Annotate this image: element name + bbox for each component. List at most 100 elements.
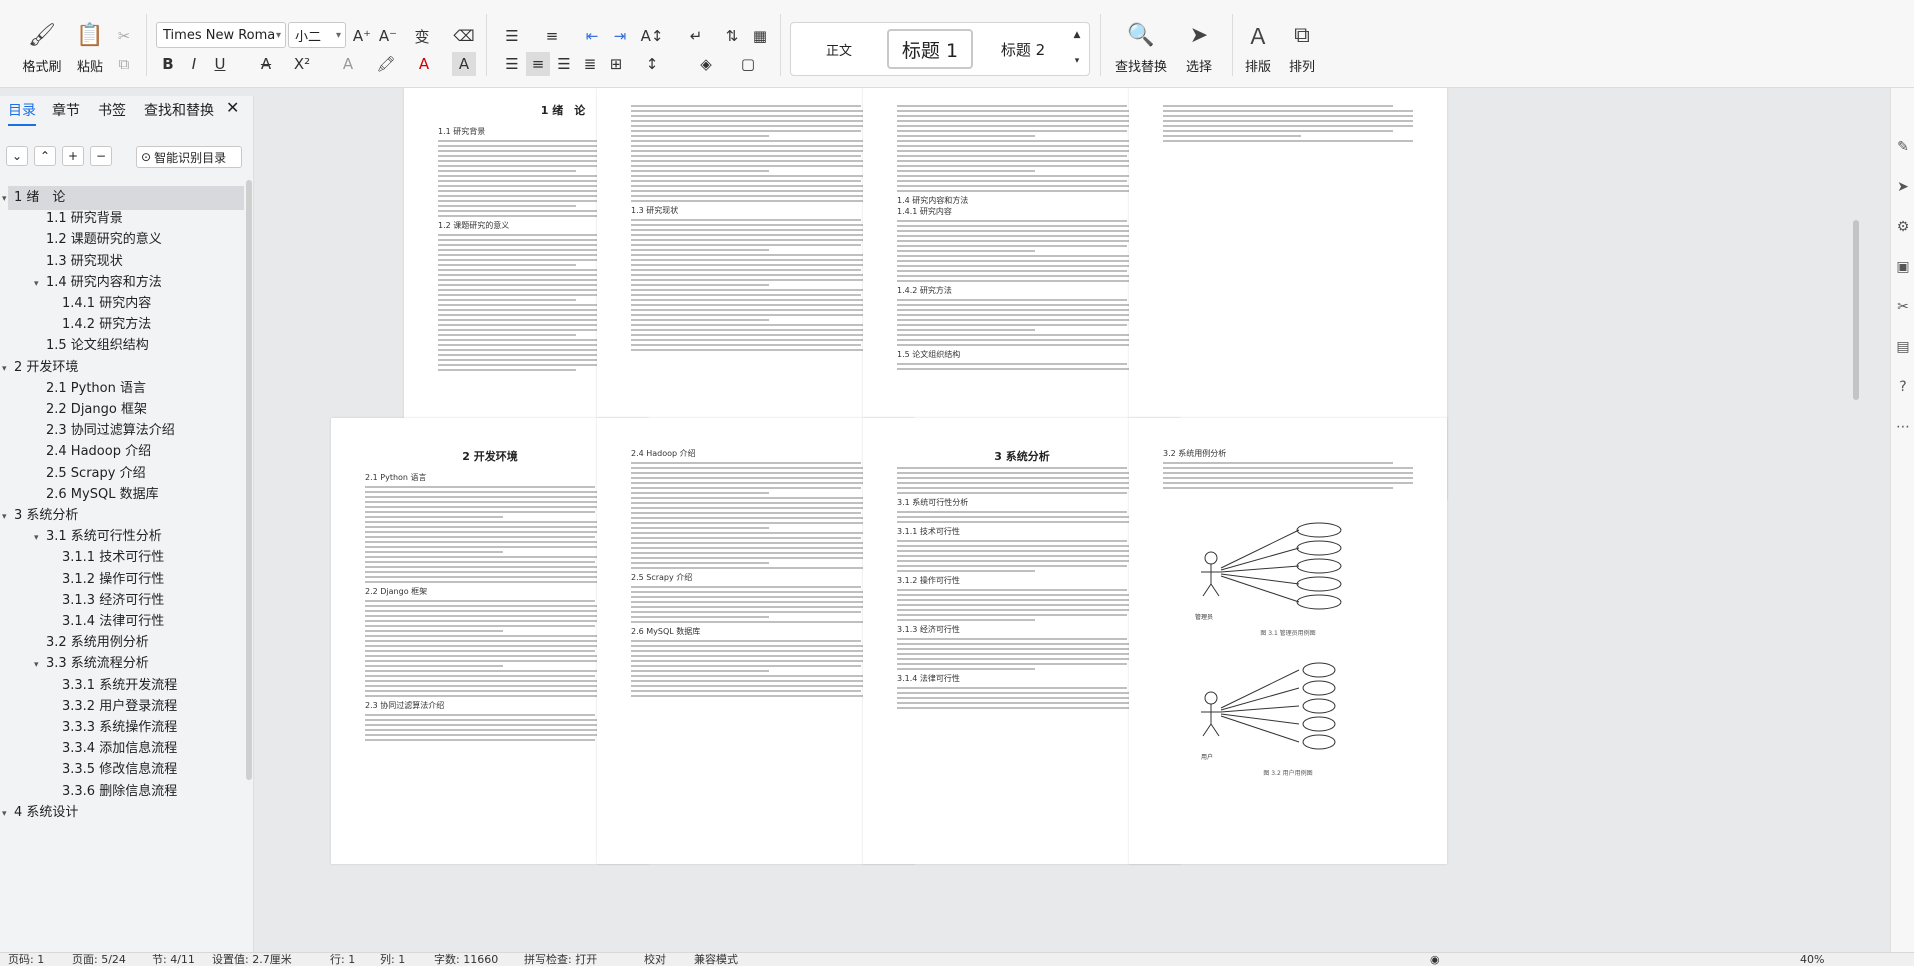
text-line — [631, 309, 881, 311]
bullet-list-icon[interactable]: ☰ — [500, 24, 524, 48]
eraser-icon[interactable]: ⌫ — [452, 24, 476, 48]
bold-icon[interactable]: B — [156, 52, 180, 76]
phonetic-guide-icon[interactable]: 变 — [410, 24, 434, 48]
status-setting[interactable]: 设置值: 2.7厘米 — [212, 953, 292, 966]
document-scrollbar[interactable] — [1852, 92, 1860, 952]
font-size-select[interactable]: 小二 ▾ — [288, 22, 346, 48]
smart-toc-button[interactable]: ⊙ 智能识别目录 — [136, 146, 242, 168]
align-center-icon[interactable]: ≡ — [526, 52, 550, 76]
text-line — [365, 551, 503, 553]
numbered-list-icon[interactable]: ≡ — [540, 24, 564, 48]
text-line — [631, 195, 881, 197]
tab-find-replace[interactable]: 查找和替换 — [144, 100, 214, 120]
expand-triangle-icon[interactable]: ▾ — [2, 802, 14, 826]
decrease-indent-icon[interactable]: ⇤ — [580, 24, 604, 48]
superscript-icon[interactable]: X² — [290, 52, 314, 76]
eye-icon[interactable]: ◉ — [1430, 953, 1440, 966]
text-line — [631, 487, 861, 489]
border-icon[interactable]: ▢ — [736, 52, 760, 76]
text-line — [897, 319, 1147, 321]
style-heading1[interactable]: 标题 1 — [887, 29, 973, 69]
text-line — [631, 175, 881, 177]
zoom-level[interactable]: 40% — [1800, 953, 1824, 966]
status-words[interactable]: 字数: 11660 — [434, 953, 498, 966]
add-level-icon[interactable]: + — [62, 146, 84, 166]
book-icon[interactable]: ▤ — [1894, 338, 1912, 356]
help-icon[interactable]: ? — [1894, 378, 1912, 396]
shading-icon[interactable]: ◈ — [694, 52, 718, 76]
char-shading-icon[interactable]: A — [452, 52, 476, 76]
text-effect-icon[interactable]: A — [336, 52, 360, 76]
gallery-more-icon[interactable]: ▾ — [1067, 49, 1087, 73]
layout-button[interactable]: Ａ 排版 — [1236, 4, 1280, 84]
cursor-arrow-icon[interactable]: ➤ — [1894, 178, 1912, 196]
style-normal[interactable]: 正文 — [809, 29, 869, 69]
text-line — [897, 185, 1147, 187]
underline-icon[interactable]: U — [208, 52, 232, 76]
find-replace-button[interactable]: 🔍 查找替换 — [1106, 4, 1176, 84]
text-line — [631, 125, 881, 127]
nav-scrollbar[interactable] — [246, 180, 252, 780]
adjust-icon[interactable]: ⚙ — [1894, 218, 1912, 236]
align-right-icon[interactable]: ☰ — [552, 52, 576, 76]
increase-indent-icon[interactable]: ⇥ — [608, 24, 632, 48]
arrange-button[interactable]: ⧉ 排列 — [1280, 4, 1324, 84]
expand-icon[interactable]: ⌃ — [34, 146, 56, 166]
paste-button[interactable]: 📋 粘贴 — [62, 4, 118, 84]
tools-icon[interactable]: ✂ — [1894, 298, 1912, 316]
table-grid-icon[interactable]: ▦ — [748, 24, 772, 48]
text-line — [631, 562, 769, 564]
status-section[interactable]: 节: 4/11 — [152, 953, 195, 966]
tab-toc[interactable]: 目录 — [8, 100, 36, 126]
shrink-font-icon[interactable]: A⁻ — [376, 24, 400, 48]
collapse-icon[interactable]: ⌄ — [6, 146, 28, 166]
section-heading: 2.2 Django 框架 — [365, 587, 428, 596]
figure-caption: 图 3.2 用户用例图 — [1263, 770, 1313, 777]
style-heading2[interactable]: 标题 2 — [987, 29, 1059, 69]
paragraph-lines — [897, 511, 1147, 523]
cut-icon[interactable]: ✂ — [112, 24, 136, 48]
text-line — [365, 506, 615, 508]
close-icon[interactable]: ✕ — [226, 98, 239, 117]
text-line — [631, 319, 769, 321]
text-line — [897, 614, 1127, 616]
line-break-icon[interactable]: ↵ — [684, 24, 708, 48]
distributed-align-icon[interactable]: ⊞ — [604, 52, 628, 76]
status-col[interactable]: 列: 1 — [380, 953, 405, 966]
pen-icon[interactable]: ✎ — [1894, 138, 1912, 156]
more-icon[interactable]: ⋯ — [1894, 418, 1912, 436]
text-line — [897, 565, 1127, 567]
text-line — [365, 660, 615, 662]
paragraph-lines — [897, 589, 1147, 621]
justify-icon[interactable]: ≣ — [578, 52, 602, 76]
strikethrough-icon[interactable]: A — [254, 52, 278, 76]
text-direction-icon[interactable]: A↕ — [640, 24, 664, 48]
sort-icon[interactable]: ⇅ — [720, 24, 744, 48]
font-name-select[interactable]: Times New Roma ▾ — [156, 22, 286, 48]
toc-item-label: 2.6 MySQL 数据库 — [46, 486, 159, 502]
tab-chapters[interactable]: 章节 — [52, 100, 80, 120]
status-proof[interactable]: 校对 — [644, 953, 666, 966]
text-line — [631, 180, 861, 182]
remove-level-icon[interactable]: − — [90, 146, 112, 166]
status-row[interactable]: 行: 1 — [330, 953, 355, 966]
align-left-icon[interactable]: ☰ — [500, 52, 524, 76]
font-color-icon[interactable]: A — [412, 52, 436, 76]
text-line — [897, 540, 1127, 542]
status-page[interactable]: 页码: 1 — [8, 953, 44, 966]
italic-icon[interactable]: I — [182, 52, 206, 76]
paragraph-lines — [365, 486, 615, 583]
grow-font-icon[interactable]: A⁺ — [350, 24, 374, 48]
gallery-scroll-up-icon[interactable]: ▲ — [1067, 23, 1087, 47]
page-8[interactable]: 3.2 系统用例分析 管理员 图 3.1 管理员用例图 用户 图 3.2 用户用… — [1129, 418, 1447, 864]
status-pages[interactable]: 页面: 5/24 — [72, 953, 126, 966]
status-spellcheck[interactable]: 拼写检查: 打开 — [524, 953, 597, 966]
image-edit-icon[interactable]: ▣ — [1894, 258, 1912, 276]
select-button[interactable]: ➤ 选择 — [1174, 4, 1224, 84]
tab-bookmarks[interactable]: 书签 — [98, 100, 126, 120]
line-spacing-icon[interactable]: ↕ — [640, 52, 664, 76]
scrollbar-thumb[interactable] — [1853, 220, 1859, 400]
copy-icon[interactable]: ⧉ — [112, 52, 136, 76]
toc-item[interactable]: ▾ 4 系统设计 — [2, 801, 244, 825]
highlight-icon[interactable]: 🖍 — [374, 52, 398, 76]
